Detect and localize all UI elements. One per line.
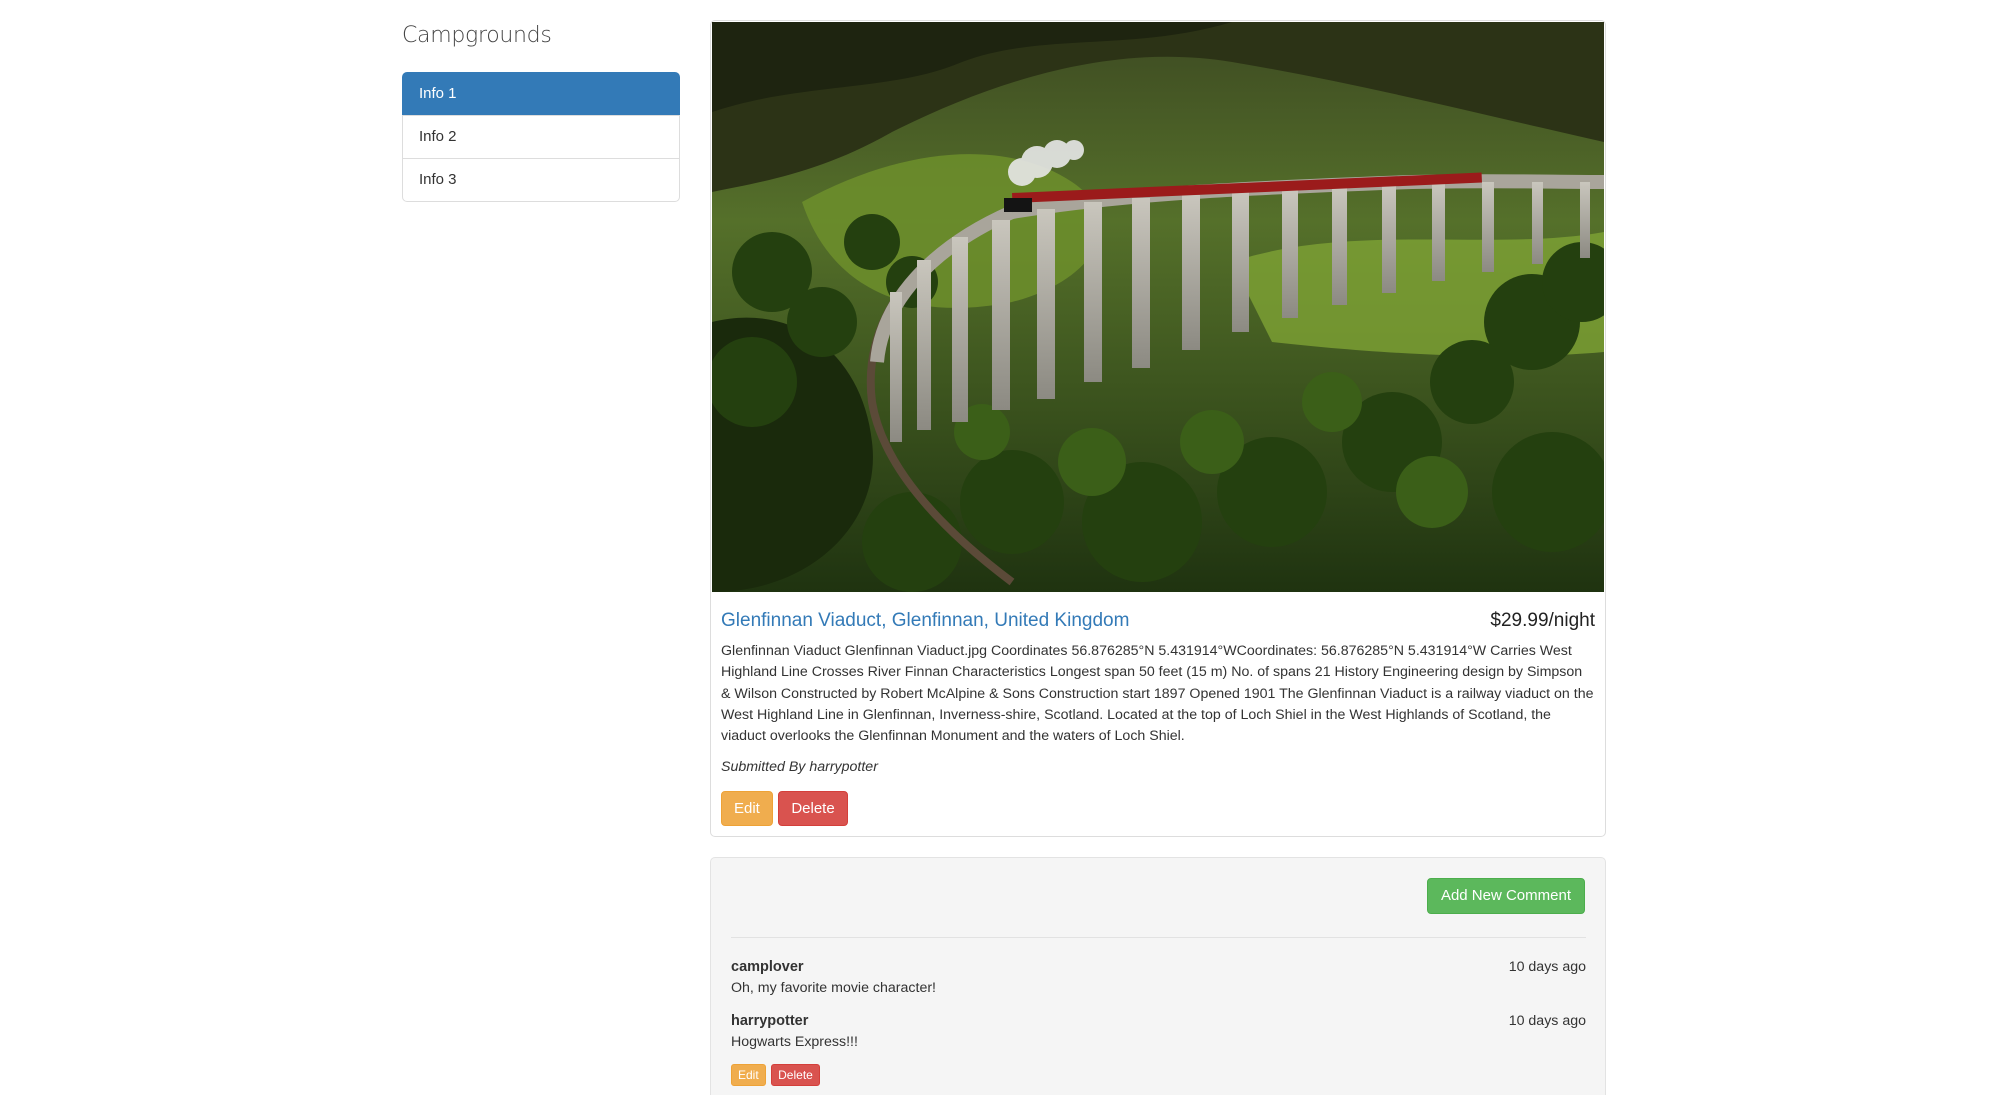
submitted-by: Submitted By harrypotter (721, 759, 878, 776)
campground-card: Glenfinnan Viaduct, Glenfinnan, United K… (710, 20, 1606, 837)
list-item-info-2[interactable]: Info 2 (402, 115, 680, 159)
comment-text: Oh, my favorite movie character! (731, 980, 936, 996)
sidebar-heading: Campgrounds (402, 23, 552, 48)
sidebar: Campgrounds Info 1 Info 2 Info 3 (402, 20, 680, 202)
comment-item: harrypotter 10 days ago Hogwarts Express… (731, 1011, 1586, 1086)
list-item-info-1[interactable]: Info 1 (402, 72, 680, 116)
delete-campground-button[interactable]: Delete (778, 791, 848, 827)
campground-caption: Glenfinnan Viaduct, Glenfinnan, United K… (721, 607, 1595, 827)
comment-item: camplover 10 days ago Oh, my favorite mo… (731, 957, 1586, 999)
campground-image (712, 22, 1604, 592)
info-list: Info 1 Info 2 Info 3 (402, 72, 680, 202)
campground-price: $29.99/night (1490, 610, 1595, 631)
comment-time: 10 days ago (1508, 959, 1586, 975)
comment-time: 10 days ago (1508, 1013, 1586, 1029)
delete-comment-button[interactable]: Delete (771, 1064, 820, 1086)
comment-author: harrypotter (731, 1013, 809, 1029)
comment-author: camplover (731, 959, 804, 975)
comments-divider (731, 937, 1586, 938)
list-item-info-3[interactable]: Info 3 (402, 158, 680, 202)
comment-text: Hogwarts Express!!! (731, 1034, 858, 1050)
comments-header: Add New Comment (1426, 878, 1586, 914)
campground-actions: Edit Delete (721, 791, 1595, 827)
campground-description: Glenfinnan Viaduct Glenfinnan Viaduct.jp… (721, 643, 1594, 745)
add-new-comment-button[interactable]: Add New Comment (1426, 878, 1585, 914)
campground-title-link[interactable]: Glenfinnan Viaduct, Glenfinnan, United K… (721, 607, 1129, 635)
title-row: Glenfinnan Viaduct, Glenfinnan, United K… (721, 607, 1595, 635)
edit-comment-button[interactable]: Edit (731, 1064, 766, 1086)
edit-campground-button[interactable]: Edit (721, 791, 773, 827)
comments-section: Add New Comment camplover 10 days ago Oh… (710, 857, 1606, 1095)
